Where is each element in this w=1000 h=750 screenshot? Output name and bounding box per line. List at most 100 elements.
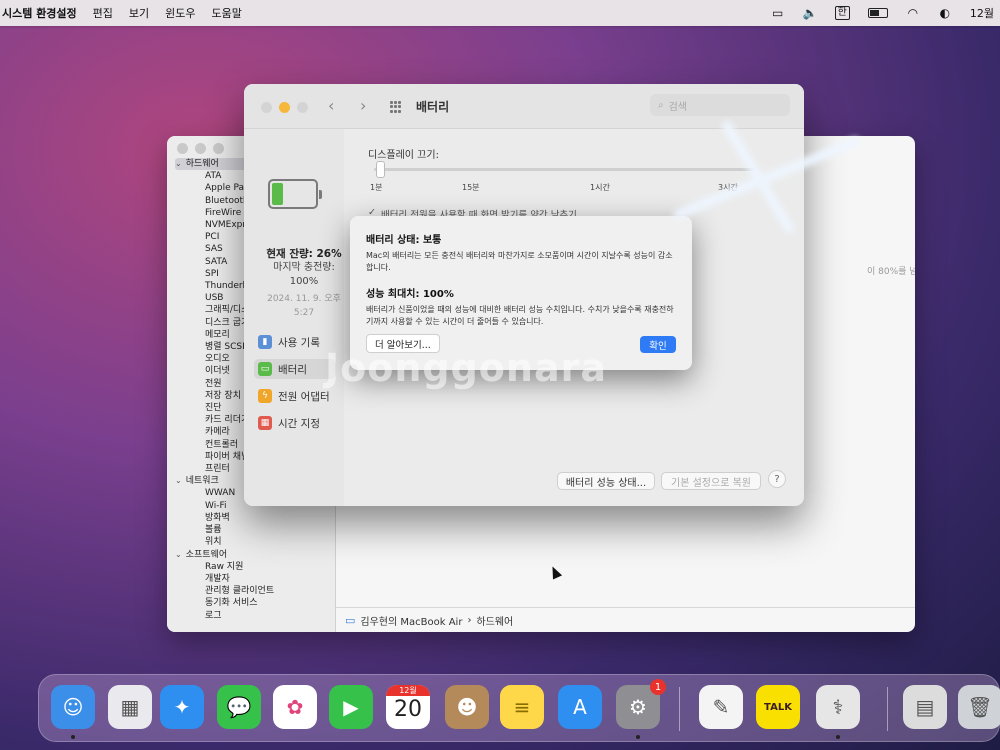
safari-icon[interactable]: ✦ — [160, 685, 204, 729]
window-toolbar: ‹ › 배터리 ⌕ 검색 — [244, 84, 804, 129]
menu-window[interactable]: 윈도우 — [165, 5, 195, 21]
tree-item[interactable]: 로그 — [175, 610, 335, 622]
tree-item[interactable]: 위치 — [175, 536, 335, 548]
system-information-icon[interactable]: ⚕ — [816, 685, 860, 729]
path-item-computer[interactable]: 김우현의 MacBook Air — [360, 613, 462, 628]
display-off-slider-knob[interactable] — [376, 161, 385, 178]
path-item-hardware[interactable]: 하드웨어 — [476, 613, 513, 628]
dock-glyph: ✎ — [712, 695, 730, 719]
restore-defaults-button[interactable]: 기본 설정으로 복원 — [661, 472, 761, 490]
dock-separator — [679, 687, 680, 731]
tree-item[interactable]: 방화벽 — [175, 512, 335, 524]
tree-item[interactable]: 동기화 서비스 — [175, 597, 335, 609]
search-placeholder: 검색 — [668, 101, 688, 113]
dock-glyph: ▤ — [915, 695, 935, 719]
calendar-icon[interactable]: 12월 20 — [386, 685, 430, 729]
menu-clock[interactable]: 12월 — [970, 5, 994, 21]
last-charged-value: 100% — [289, 276, 319, 287]
battery-condition-heading: 배터리 상태: 보통 — [366, 235, 442, 246]
dock-glyph: 🗑 — [967, 695, 993, 719]
tree-item[interactable]: 개발자 — [175, 573, 335, 585]
chevron-down-icon[interactable]: ⌄ — [175, 158, 182, 170]
zoom-button[interactable] — [297, 102, 308, 113]
messages-icon[interactable]: 💬 — [217, 685, 261, 729]
sidebar-item[interactable]: ▦ 시간 지정 — [258, 413, 336, 433]
minimize-button[interactable] — [279, 102, 290, 113]
tick-3hour: 3시간 — [718, 183, 738, 192]
forward-arrow-icon[interactable]: › — [360, 96, 366, 115]
running-indicator — [836, 735, 840, 739]
zoom-button[interactable] — [213, 143, 224, 154]
chevron-down-icon[interactable]: ⌄ — [175, 549, 182, 561]
tick-1min: 1분 — [370, 183, 383, 192]
sidebar-item[interactable]: ▭ 배터리 — [254, 359, 336, 379]
search-field[interactable]: ⌕ 검색 — [650, 94, 790, 116]
tree-item[interactable]: 관리형 클라이언트 — [175, 585, 335, 597]
battery-condition-text: Mac의 배터리는 모든 충전식 배터리와 마찬가지로 소모품이며 시간이 지날… — [366, 251, 673, 272]
tree-group[interactable]: ⌄ 소프트웨어 — [175, 549, 335, 561]
volume-icon[interactable]: 🔈 — [803, 7, 818, 19]
show-all-grid-icon[interactable] — [390, 101, 402, 113]
sysinfo-window-controls — [177, 143, 224, 154]
dock: ☺ ▦ ✦ 💬 ✿ ▶ 12월 20 ☻ ≡ A ⚙ 1 ✎ TALK ⚕ ▤ 🗑 — [38, 674, 1000, 742]
menu-help[interactable]: 도움말 — [212, 5, 242, 21]
tree-group-label: 하드웨어 — [185, 159, 219, 169]
dock-glyph: TALK — [764, 701, 792, 713]
contacts-icon[interactable]: ☻ — [445, 685, 489, 729]
dock-glyph: ☺ — [62, 695, 84, 719]
background-text: 이 80%를 넘어가면 — [867, 267, 915, 277]
finder-icon[interactable]: ☺ — [51, 685, 95, 729]
menu-app-name[interactable]: 시스템 환경설정 — [2, 5, 77, 21]
tick-15min: 15분 — [462, 183, 480, 192]
calendar-icon: ▦ — [258, 416, 272, 430]
bolt-icon: ϟ — [258, 389, 272, 403]
menu-edit[interactable]: 편집 — [93, 5, 113, 21]
tree-item[interactable]: 볼륨 — [175, 524, 335, 536]
display-off-slider-track[interactable] — [374, 168, 754, 171]
screen-mirroring-icon[interactable]: ▭ — [771, 7, 785, 19]
chevron-down-icon[interactable]: ⌄ — [175, 475, 182, 487]
close-button[interactable] — [177, 143, 188, 154]
photos-icon[interactable]: ✿ — [273, 685, 317, 729]
max-capacity-heading: 성능 최대치: 100% — [366, 289, 454, 300]
menu-bar: 시스템 환경설정 편집 보기 윈도우 도움말 ▭ 🔈 한 ◠ ◐ 12월 — [0, 0, 1000, 26]
last-charged-label: 마지막 충전량: — [273, 262, 335, 273]
dock-glyph: ⚙ — [629, 695, 647, 719]
control-center-icon[interactable]: ◐ — [938, 7, 952, 19]
facetime-icon[interactable]: ▶ — [329, 685, 373, 729]
window-title: 배터리 — [416, 100, 450, 114]
downloads-icon[interactable]: ▤ — [903, 685, 947, 729]
launchpad-icon[interactable]: ▦ — [108, 685, 152, 729]
dock-glyph: A — [573, 695, 587, 719]
tree-group-label: 소프트웨어 — [185, 549, 228, 560]
path-bar: ▭ 김우현의 MacBook Air › 하드웨어 — [335, 607, 915, 632]
laptop-icon: ▭ — [345, 613, 356, 627]
trash-icon[interactable]: 🗑 — [958, 685, 1000, 729]
sidebar-item-label: 전원 어댑터 — [278, 390, 330, 403]
help-button[interactable]: ? — [768, 470, 786, 488]
minimize-button[interactable] — [195, 143, 206, 154]
battery-status-info: 현재 잔량: 26% 마지막 충전량: 100% 2024. 11. 9. 오후… — [244, 247, 364, 320]
battery-health-button[interactable]: 배터리 성능 상태... — [557, 472, 655, 490]
battery-status-icon[interactable] — [867, 8, 888, 18]
textedit-icon[interactable]: ✎ — [699, 685, 743, 729]
kakaotalk-icon[interactable]: TALK — [756, 685, 800, 729]
tree-item[interactable]: Raw 지원 — [175, 561, 335, 573]
back-arrow-icon[interactable]: ‹ — [328, 96, 334, 115]
menu-view[interactable]: 보기 — [129, 5, 149, 21]
notification-badge: 1 — [650, 679, 666, 695]
system-preferences-icon[interactable]: ⚙ 1 — [616, 679, 666, 729]
close-button[interactable] — [261, 102, 272, 113]
dock-glyph: ☻ — [456, 695, 478, 719]
app-store-icon[interactable]: A — [558, 685, 602, 729]
running-indicator — [71, 735, 75, 739]
ok-button[interactable]: 확인 — [640, 336, 676, 353]
notes-icon[interactable]: ≡ — [500, 685, 544, 729]
dock-glyph: ▶ — [343, 695, 359, 719]
sidebar-item-label: 배터리 — [278, 363, 307, 376]
dock-glyph: 💬 — [226, 695, 252, 719]
wifi-icon[interactable]: ◠ — [906, 7, 920, 19]
tree-group-label: 네트워크 — [185, 476, 219, 487]
input-source-indicator[interactable]: 한 — [834, 6, 850, 20]
tick-1hour: 1시간 — [590, 183, 610, 192]
